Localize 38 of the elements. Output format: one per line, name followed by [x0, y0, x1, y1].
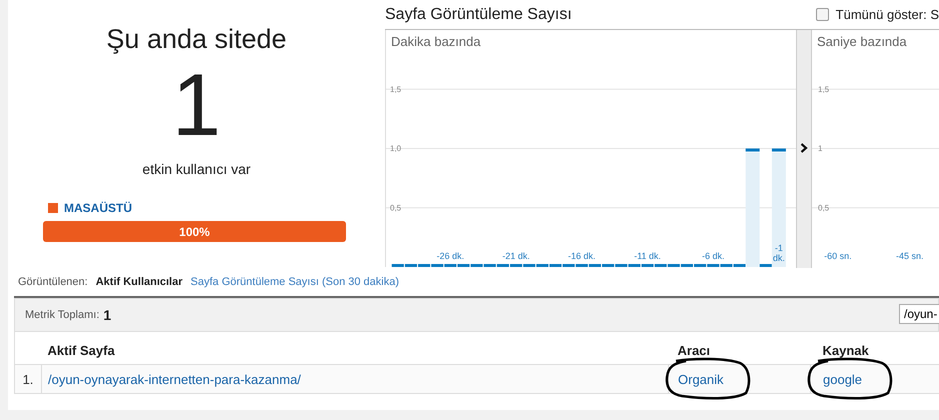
- chevron-right-icon[interactable]: [800, 143, 808, 153]
- device-share-percent: 100%: [179, 224, 210, 238]
- y-tick-label: 1,5: [818, 84, 830, 94]
- column-header: Aktif Sayfa: [42, 332, 668, 364]
- x-tick-label: -6 dk.: [702, 251, 724, 261]
- y-tick-label: 0,5: [818, 203, 830, 212]
- metric-total-label: Metrik Toplamı:: [25, 309, 100, 321]
- x-tick-label: -11 dk.: [634, 251, 661, 261]
- view-label: Görüntülenen:: [18, 276, 88, 288]
- y-tick-label: 1,0: [390, 144, 402, 153]
- x-tick-label: -21 dk.: [502, 251, 530, 261]
- row-number: 1.: [14, 364, 42, 394]
- device-label: MASAÜSTÜ: [64, 201, 132, 215]
- column-header: Kaynak: [810, 332, 939, 364]
- table-link[interactable]: /oyun-oynayarak-internetten-para-kazanma/: [48, 372, 301, 386]
- show-all-label: Tümünü göster: S: [836, 7, 939, 22]
- chart-subtitle: Dakika bazında: [391, 34, 481, 49]
- x-tick-label: -26 dk.: [436, 251, 464, 261]
- x-tick-label: -60 sn.: [824, 251, 852, 261]
- show-all-checkbox[interactable]: [816, 8, 829, 21]
- table-link[interactable]: google: [823, 372, 862, 386]
- chart-title: Sayfa Görüntüleme Sayısı: [385, 6, 572, 24]
- y-tick-label: 1: [818, 144, 822, 153]
- metric-total-value: 1: [103, 307, 112, 323]
- y-tick-label: 0,5: [390, 203, 402, 212]
- x-tick-label: -45 sn.: [896, 251, 924, 261]
- filter-field[interactable]: /oyun-: [899, 304, 939, 324]
- chart-subtitle: Saniye bazında: [817, 34, 907, 49]
- view-tab[interactable]: Aktif Kullanıcılar: [96, 276, 183, 288]
- active-user-count: 1: [172, 61, 221, 149]
- x-tick-label: -16 dk.: [568, 251, 596, 261]
- live-title: Şu anda sitede: [106, 24, 287, 55]
- view-tab[interactable]: Sayfa Görüntüleme Sayısı (Son 30 dakika): [190, 276, 400, 288]
- y-tick-label: 1,5: [390, 84, 402, 94]
- column-header: Aracı: [668, 332, 810, 364]
- x-tick-label: -1 dk.: [772, 243, 786, 263]
- active-user-caption: etkin kullanıcı var: [142, 161, 251, 177]
- table-link[interactable]: Organik: [678, 372, 724, 386]
